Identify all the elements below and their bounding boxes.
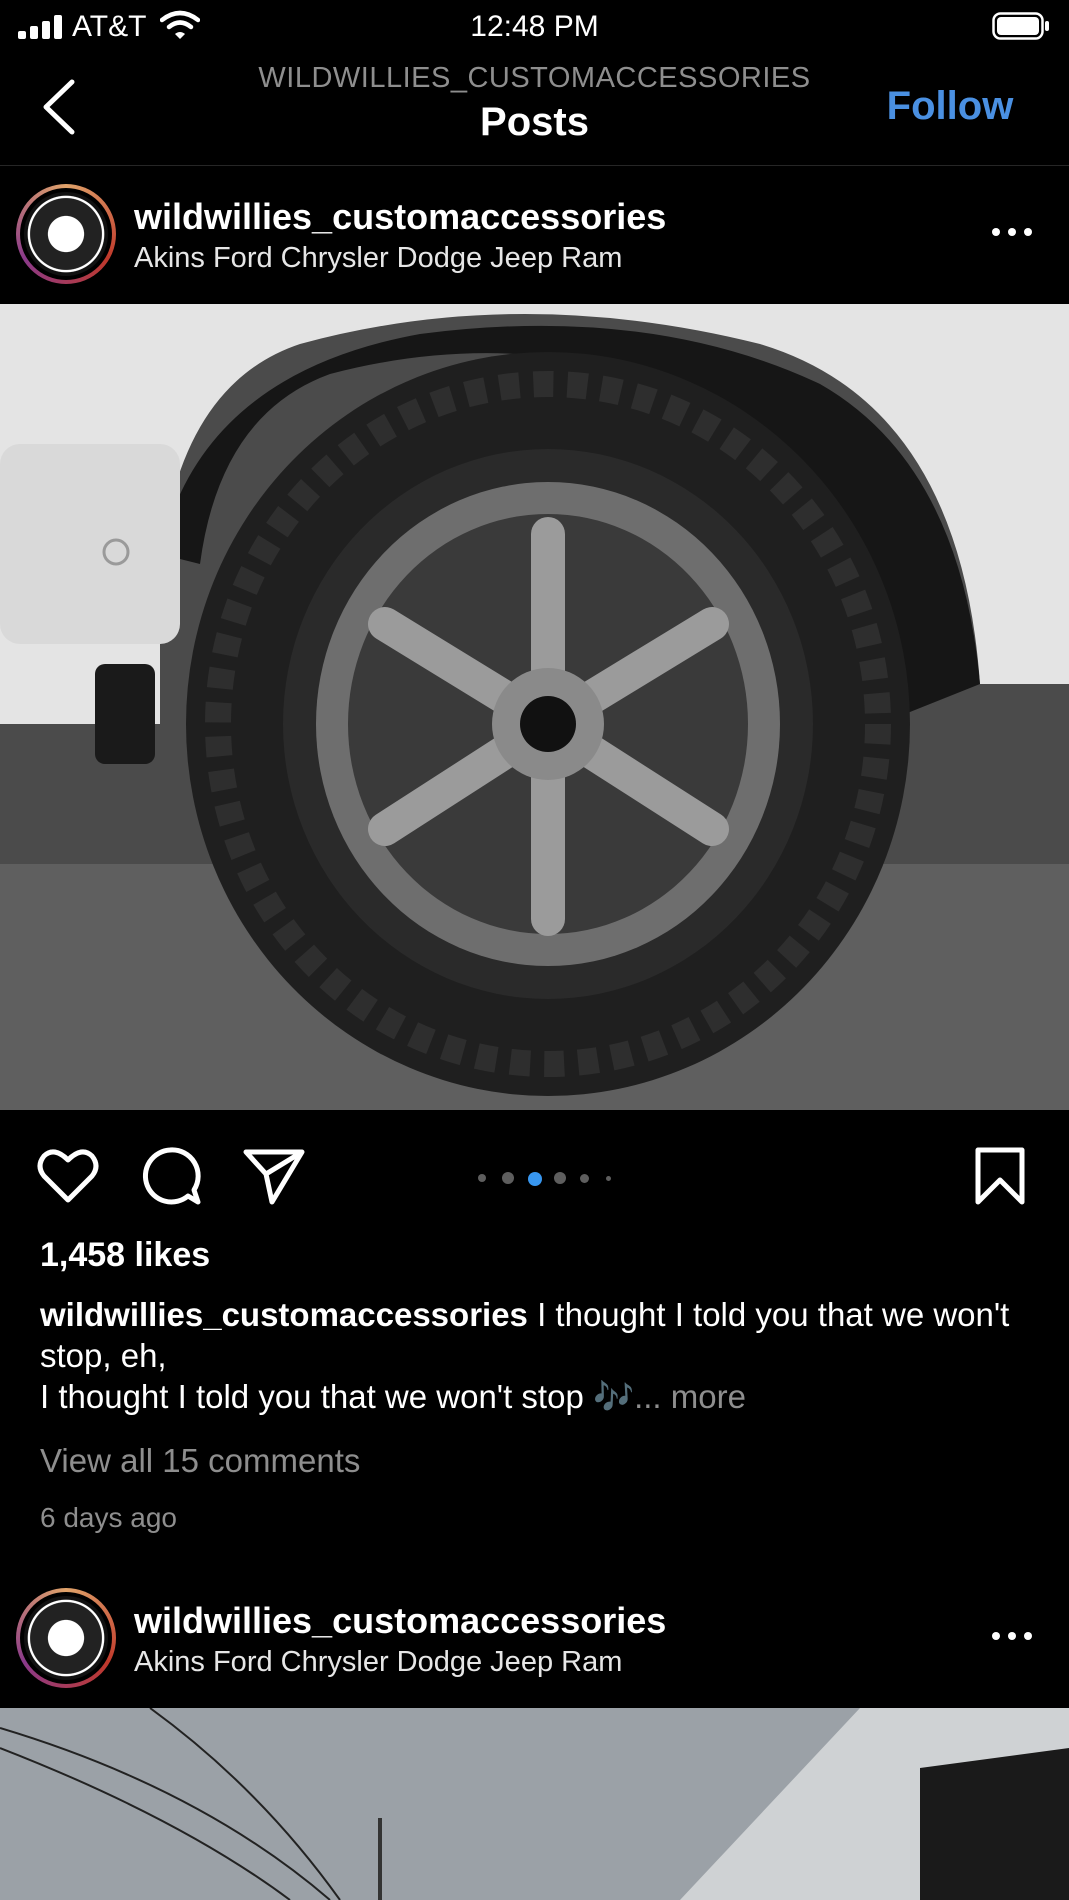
more-icon[interactable] — [990, 1626, 1034, 1646]
post-photo[interactable] — [0, 304, 1069, 1110]
carousel-indicator — [470, 1172, 620, 1186]
post-username[interactable]: wildwillies_customaccessories — [134, 1600, 666, 1642]
avatar[interactable] — [16, 184, 116, 284]
post-timestamp: 6 days ago — [40, 1502, 177, 1533]
truck-wheel-photo — [0, 304, 1069, 1110]
post-header: wildwillies_customaccessories Akins Ford… — [0, 1570, 1069, 1706]
garage-building-photo — [0, 1708, 1069, 1900]
view-comments-link[interactable]: View all 15 comments — [40, 1442, 360, 1480]
caption-more-link[interactable]: ... more — [634, 1378, 746, 1415]
caption-username[interactable]: wildwillies_customaccessories — [40, 1296, 528, 1333]
follow-button[interactable]: Follow — [870, 84, 1030, 134]
post-photo[interactable] — [0, 1708, 1069, 1900]
post-username[interactable]: wildwillies_customaccessories — [134, 196, 666, 238]
post-location[interactable]: Akins Ford Chrysler Dodge Jeep Ram — [134, 242, 622, 275]
comment-icon[interactable] — [138, 1144, 202, 1208]
page-header: WILDWILLIES_CUSTOMACCESSORIES Posts Foll… — [0, 52, 1069, 166]
battery-icon — [992, 12, 1049, 40]
likes-count[interactable]: 1,458 likes — [40, 1236, 210, 1275]
status-bar: AT&T 12:48 PM — [0, 0, 1069, 52]
post-caption: wildwillies_customaccessories I thought … — [40, 1294, 1040, 1417]
more-icon[interactable] — [990, 222, 1034, 242]
avatar[interactable] — [16, 1588, 116, 1688]
bookmark-icon[interactable] — [968, 1144, 1032, 1208]
post-header: wildwillies_customaccessories Akins Ford… — [0, 166, 1069, 302]
clock: 12:48 PM — [470, 10, 599, 43]
post-actions — [0, 1110, 1069, 1230]
post-location[interactable]: Akins Ford Chrysler Dodge Jeep Ram — [134, 1646, 622, 1679]
caption-text-2: I thought I told you that we won't stop … — [40, 1378, 635, 1415]
share-icon[interactable] — [242, 1144, 306, 1208]
heart-icon[interactable] — [36, 1144, 100, 1208]
